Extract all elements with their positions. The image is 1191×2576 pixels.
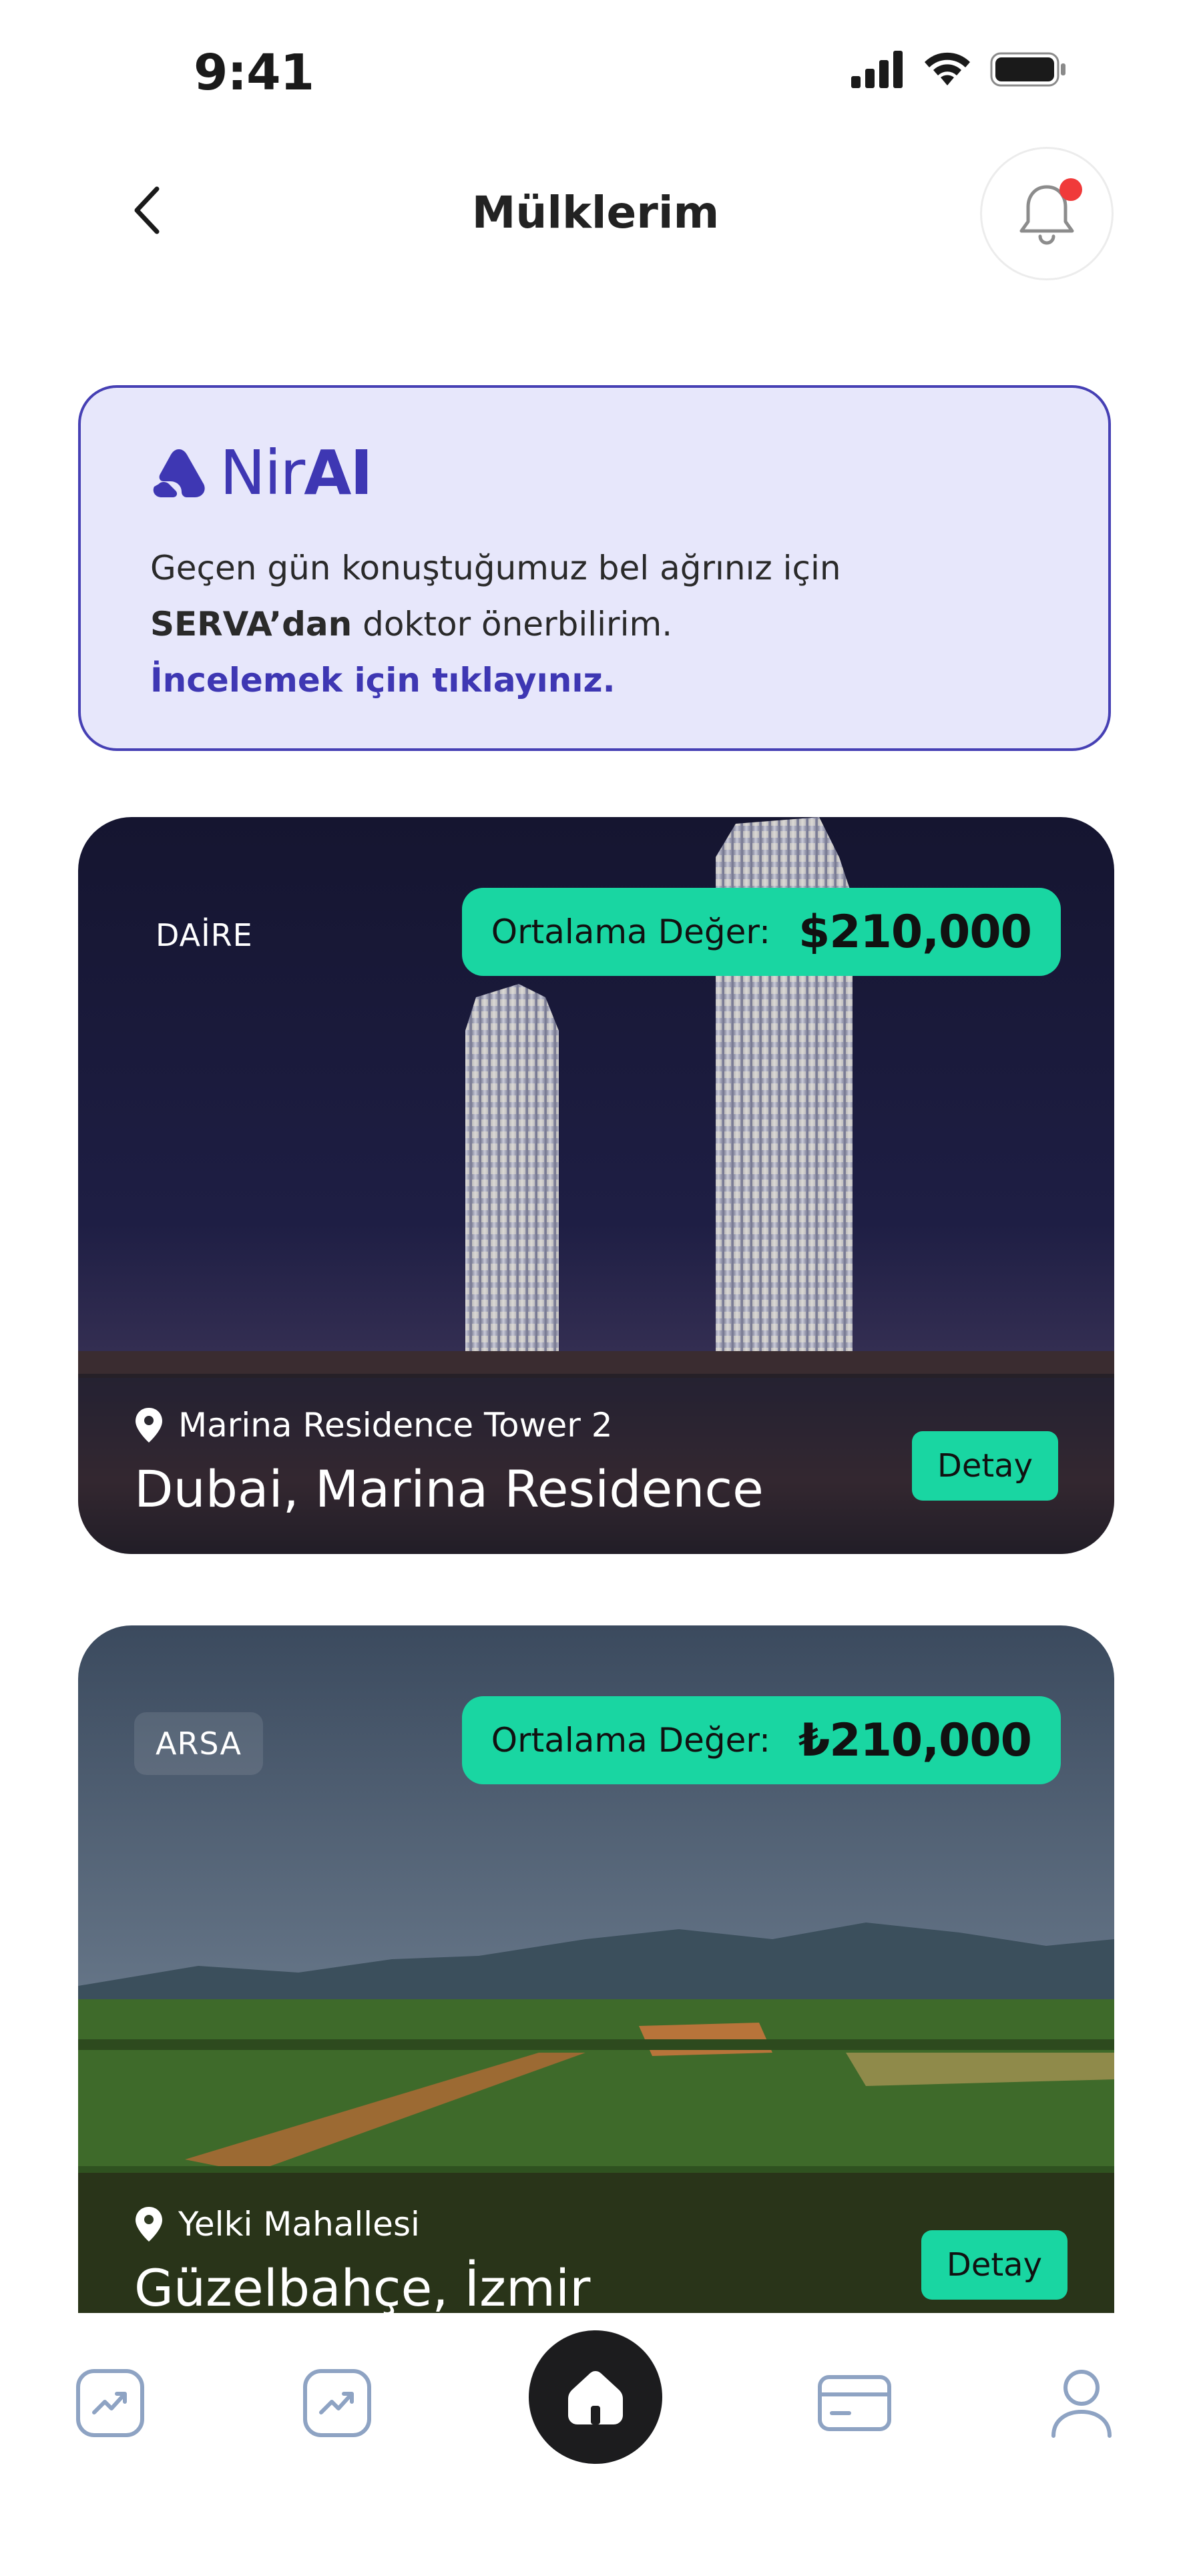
average-value-pill: Ortalama Değer: ₺210,000	[461, 1696, 1061, 1784]
nav-item-profile[interactable]	[1038, 2360, 1125, 2446]
notification-button[interactable]	[980, 147, 1114, 280]
property-card[interactable]: DAİRE Ortalama Değer: $210,000 Marina Re…	[78, 817, 1114, 1554]
nav-item-home[interactable]	[529, 2330, 662, 2464]
cellular-signal-icon	[851, 51, 903, 88]
property-card[interactable]: ARSA Ortalama Değer: ₺210,000 Yelki Maha…	[78, 1625, 1114, 2313]
status-bar: 9:41	[0, 0, 1191, 134]
property-location: Marina Residence Tower 2	[178, 1406, 613, 1445]
ai-message-line1: Geçen gün konuştuğumuz bel ağrınız için	[150, 549, 841, 587]
location-row: Yelki Mahallesi	[134, 2205, 420, 2244]
nav-item-analytics[interactable]	[67, 2360, 154, 2446]
battery-icon	[990, 52, 1065, 87]
nav-item-cards[interactable]	[811, 2360, 898, 2446]
header: Mülklerim	[0, 134, 1191, 294]
nirai-logo: NirAI	[150, 441, 1039, 505]
property-name: Güzelbahçe, İzmir	[134, 2258, 591, 2313]
property-type-badge: ARSA	[134, 1712, 263, 1775]
location-pin-icon	[136, 1408, 162, 1443]
average-value-amount: $210,000	[798, 905, 1032, 959]
property-type-badge: DAİRE	[156, 917, 253, 953]
notification-dot	[1059, 178, 1082, 201]
nav-item-trends[interactable]	[294, 2360, 381, 2446]
average-value-pill: Ortalama Değer: $210,000	[461, 888, 1061, 976]
chart-up-icon	[76, 2369, 144, 2437]
logo-light-text: Nir	[220, 437, 305, 509]
property-info-panel: Yelki Mahallesi Güzelbahçe, İzmir Detay	[78, 2173, 1114, 2313]
ai-message: Geçen gün konuştuğumuz bel ağrınız için …	[150, 540, 1039, 708]
nirai-logo-text: NirAI	[220, 443, 373, 504]
ai-message-line2: doktor önerbilirim.	[352, 605, 673, 643]
average-value-amount: ₺210,000	[798, 1714, 1032, 1767]
user-icon	[1051, 2370, 1112, 2438]
average-value-label: Ortalama Değer:	[491, 1721, 770, 1760]
home-icon	[568, 2371, 623, 2424]
ai-message-bold: SERVA’dan	[150, 605, 352, 643]
chart-up-icon	[303, 2369, 371, 2437]
status-time: 9:41	[194, 44, 314, 101]
nirai-logo-icon	[153, 449, 205, 497]
property-name: Dubai, Marina Residence	[134, 1459, 764, 1519]
status-icons	[851, 51, 1067, 88]
bottom-navigation	[0, 2313, 1191, 2576]
ai-suggestion-card[interactable]: NirAI Geçen gün konuştuğumuz bel ağrınız…	[78, 385, 1111, 751]
location-row: Marina Residence Tower 2	[134, 1406, 613, 1445]
property-location: Yelki Mahallesi	[178, 2205, 420, 2244]
ai-review-link[interactable]: İncelemek için tıklayınız.	[150, 652, 1039, 708]
average-value-label: Ortalama Değer:	[491, 913, 770, 951]
detail-button[interactable]: Detay	[921, 2230, 1067, 2300]
logo-bold-text: AI	[304, 437, 373, 509]
property-info-panel: Marina Residence Tower 2 Dubai, Marina R…	[78, 1374, 1114, 1554]
wifi-icon	[925, 52, 970, 85]
card-icon	[818, 2375, 891, 2431]
detail-button[interactable]: Detay	[911, 1431, 1058, 1501]
location-pin-icon	[136, 2207, 162, 2242]
